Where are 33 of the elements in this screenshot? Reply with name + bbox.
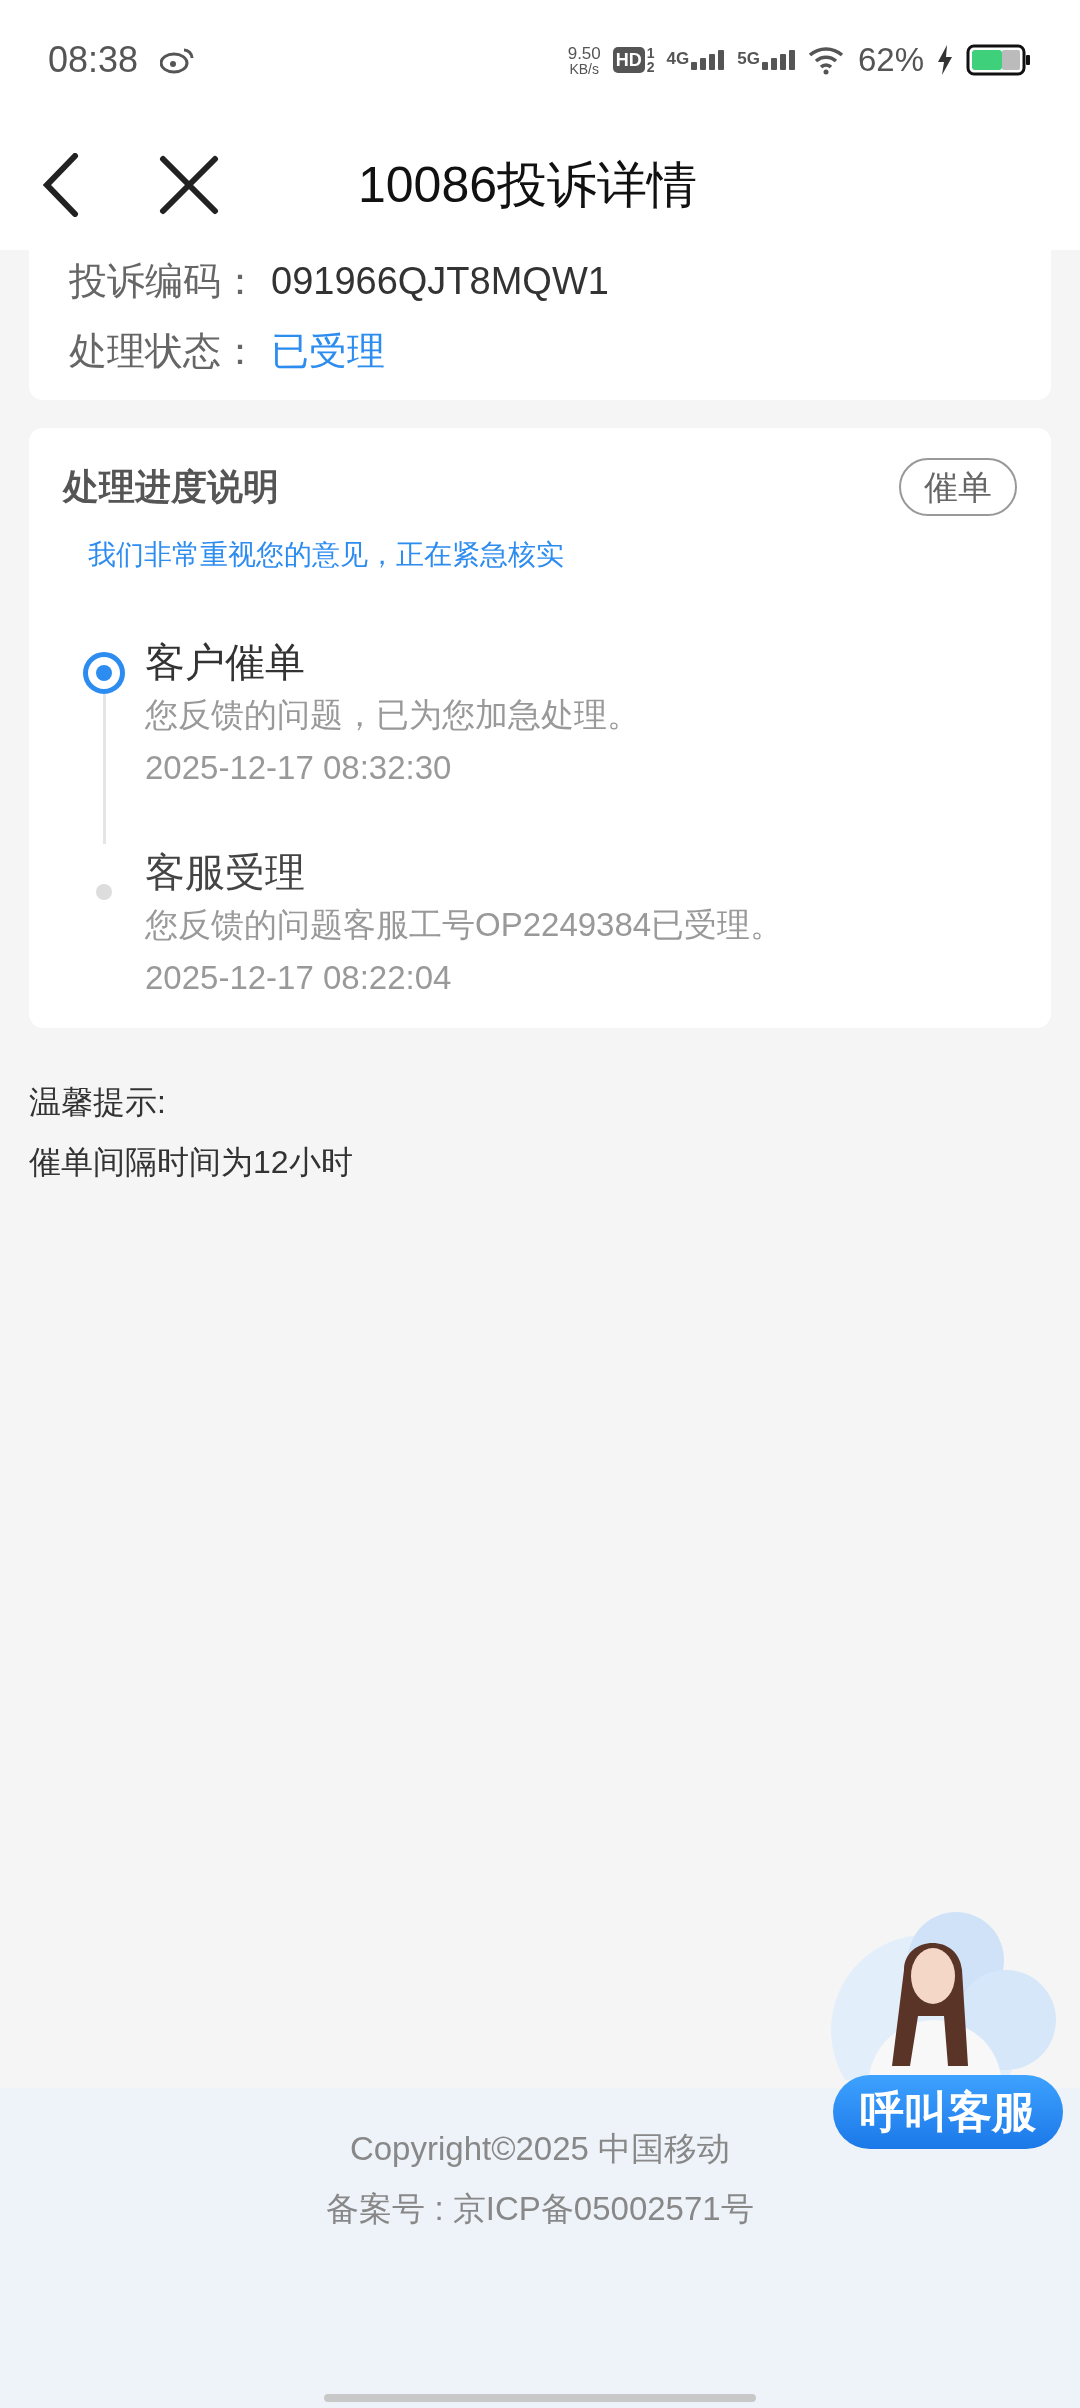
urge-button[interactable]: 催单 <box>899 458 1017 516</box>
step-time: 2025-12-17 08:22:04 <box>145 958 453 998</box>
network-speed: 9.50 <box>567 44 601 62</box>
copyright-text: Copyright©2025 中国移动 <box>349 2129 731 2169</box>
step-title: 客户催单 <box>145 639 306 686</box>
call-service-button[interactable]: 呼叫客服 <box>833 2075 1063 2149</box>
notice-text: 我们非常重视您的意见，正在紧急核实 <box>88 538 565 572</box>
status-value: 已受理 <box>271 328 385 374</box>
step-description: 您反馈的问题，已为您加急处理。 <box>145 695 640 735</box>
tips-text: 催单间隔时间为12小时 <box>29 1143 354 1182</box>
wifi-icon <box>807 45 846 75</box>
signal-icon <box>761 50 796 70</box>
signal-icon <box>691 50 726 70</box>
step-time: 2025-12-17 08:32:30 <box>145 748 453 788</box>
network-type: 4G <box>666 50 690 67</box>
card-title: 处理进度说明 <box>63 465 279 509</box>
step-description: 您反馈的问题客服工号OP2249384已受理。 <box>145 905 784 945</box>
hd-badge: HD <box>612 47 645 73</box>
step-title: 客服受理 <box>145 849 306 896</box>
sim-label: 2 <box>646 60 655 74</box>
field-label: 投诉编码： <box>69 258 259 304</box>
network-type: 5G <box>737 50 760 67</box>
field-value: 091966QJT8MQW1 <box>271 258 609 304</box>
charging-icon <box>936 45 954 75</box>
speed-unit: KB/s <box>569 61 599 76</box>
field-label: 处理状态： <box>69 328 259 374</box>
battery-icon <box>966 44 1032 76</box>
tips-heading: 温馨提示: <box>29 1083 167 1122</box>
status-time: 08:38 <box>48 38 139 82</box>
icp-text: 备案号 : 京ICP备05002571号 <box>326 2188 754 2229</box>
sim-label: 1 <box>646 46 655 60</box>
page-title: 10086投诉详情 <box>358 155 698 215</box>
battery-percent: 62% <box>857 40 924 81</box>
